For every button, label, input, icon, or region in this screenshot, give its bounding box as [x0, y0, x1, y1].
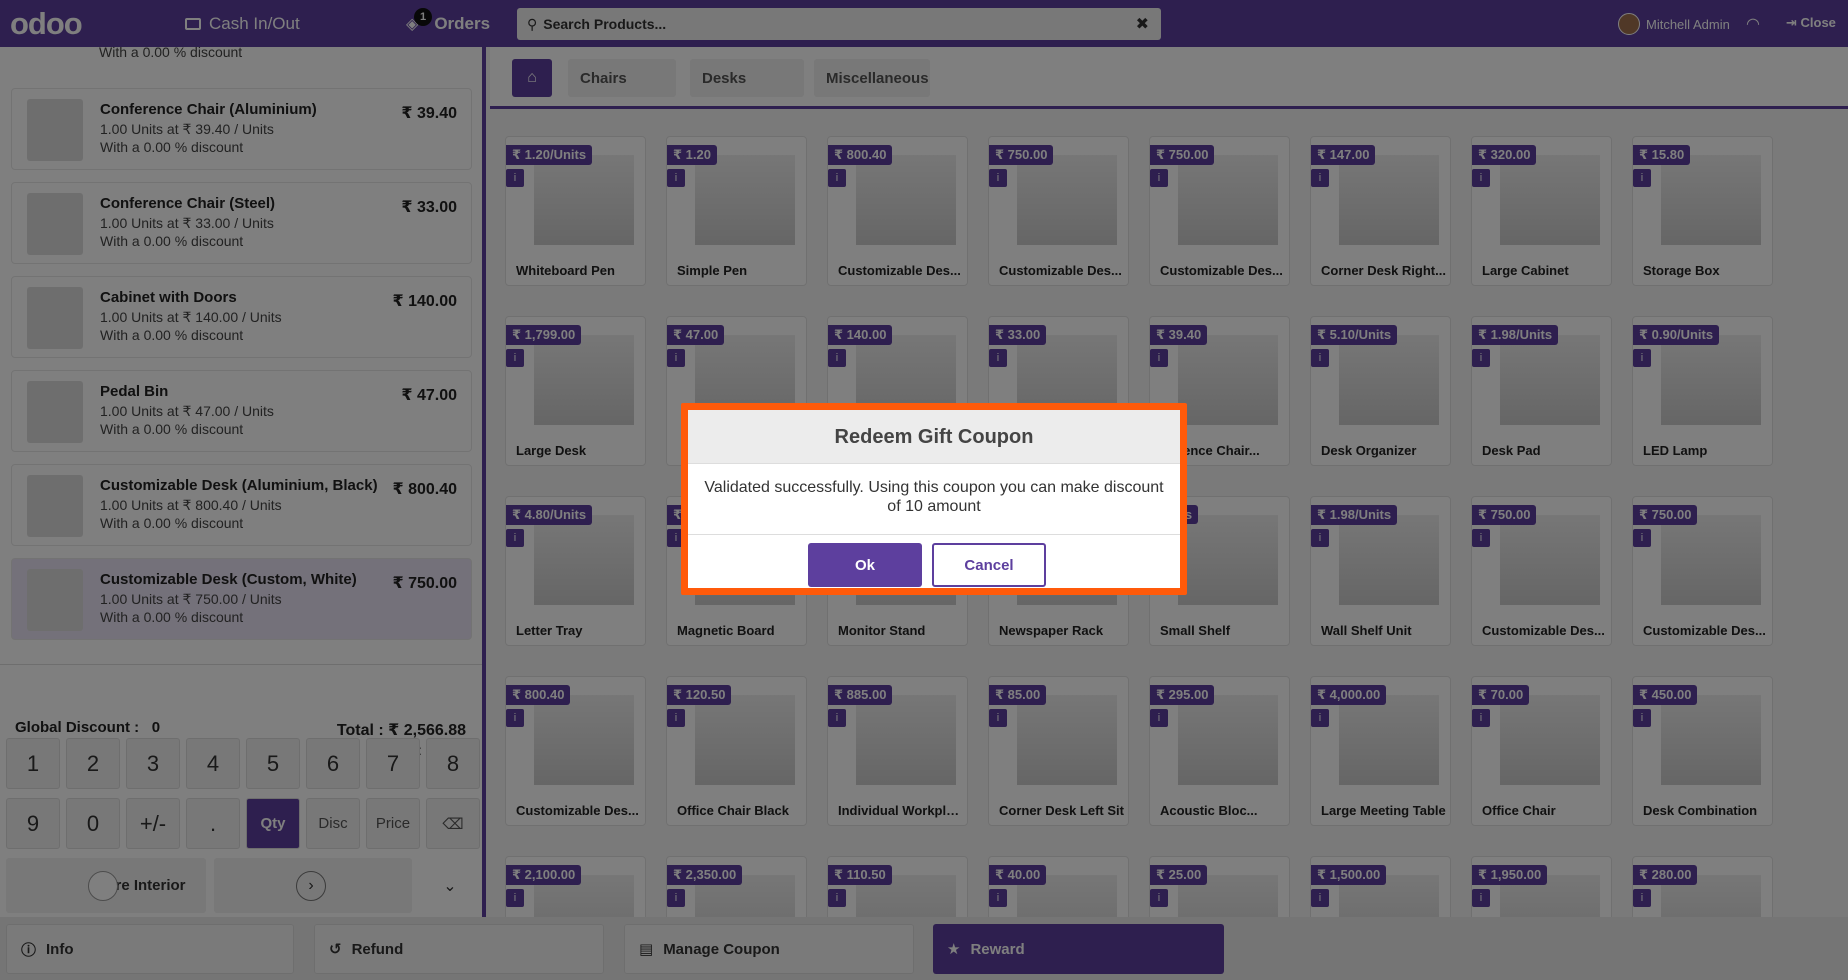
dialog-message: Validated successfully. Using this coupo… — [688, 464, 1180, 535]
ok-button[interactable]: Ok — [808, 543, 922, 587]
dialog-title: Redeem Gift Coupon — [688, 410, 1180, 464]
cancel-button[interactable]: Cancel — [932, 543, 1046, 587]
dialog-buttons: Ok Cancel — [688, 535, 1180, 595]
redeem-coupon-dialog: Redeem Gift Coupon Validated successfull… — [681, 403, 1187, 595]
